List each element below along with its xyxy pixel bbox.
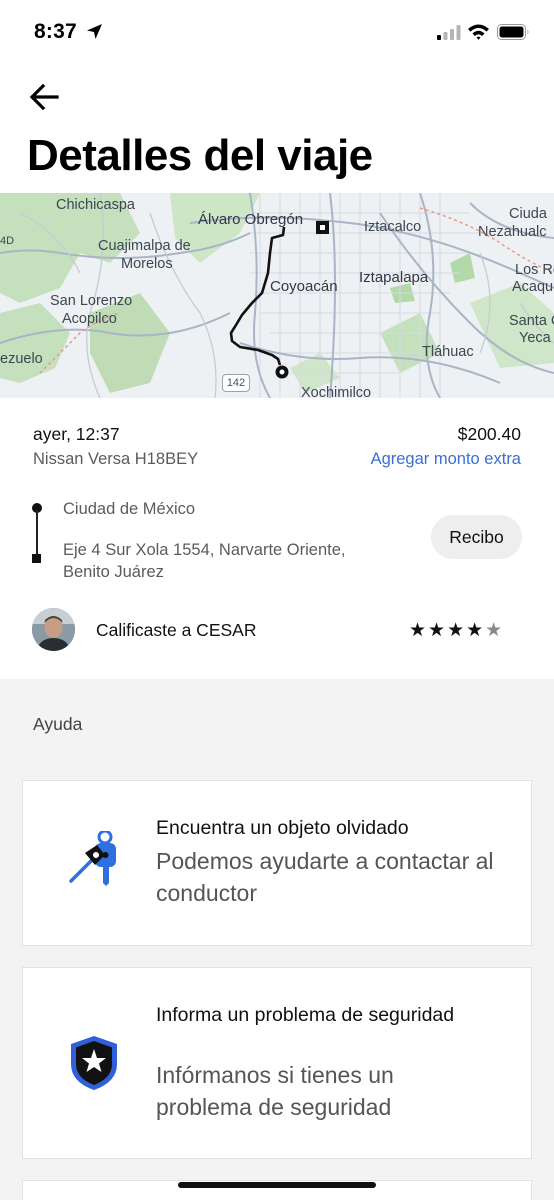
safety-issue-card[interactable]: Informa un problema de seguridad Infórma… — [22, 967, 532, 1159]
cellular-signal-icon — [437, 25, 461, 40]
safety-issue-subtitle: Infórmanos si tienes un problema de segu… — [156, 1062, 394, 1120]
driver-avatar — [32, 608, 75, 651]
map-label: Iztapalapa — [359, 269, 429, 286]
map-label: Acopilco — [62, 311, 117, 327]
map-label: 4D — [0, 235, 15, 247]
map-label: San Lorenzo — [50, 293, 133, 309]
receipt-button[interactable]: Recibo — [431, 515, 522, 559]
star-icons: ★★★★ — [409, 620, 486, 641]
map-label: Xochimilco — [301, 385, 372, 398]
lost-item-subtitle: Podemos ayudarte a contactar al conducto… — [156, 848, 494, 906]
map-label: Yeca — [519, 330, 551, 346]
wifi-icon — [468, 24, 489, 40]
safety-issue-title: Informa un problema de seguridad — [156, 1004, 455, 1026]
map-label: Álvaro Obregón — [198, 211, 304, 228]
status-bar: 8:37 — [0, 0, 554, 62]
half-star-icon: ★ — [485, 620, 505, 641]
add-extra-amount-link[interactable]: Agregar monto extra — [371, 450, 521, 469]
trip-vehicle: Nissan Versa H18BEY — [33, 450, 199, 468]
help-section-label: Ayuda — [33, 714, 83, 734]
map-label: ezuelo — [0, 351, 43, 367]
map-label: Morelos — [121, 256, 173, 272]
route-connector — [36, 510, 38, 556]
rating-stars: ★★★★★ — [409, 619, 504, 642]
dropoff-address: Eje 4 Sur Xola 1554, Narvarte Oriente, B… — [63, 541, 346, 581]
trip-datetime: ayer, 12:37 — [33, 424, 120, 444]
map-label: Cuajimalpa de — [98, 238, 191, 254]
map-label: Ciuda — [509, 206, 547, 222]
map-label: Los Re — [515, 262, 554, 278]
map-label: Tláhuac — [422, 344, 474, 360]
arrow-left-icon — [29, 84, 59, 110]
map-label: Santa C — [509, 313, 554, 329]
highway-badge: 142 — [222, 374, 250, 392]
battery-icon — [497, 24, 529, 40]
trip-fare: $200.40 — [457, 424, 521, 444]
map-label: Nezahualc — [478, 224, 547, 240]
lost-item-card[interactable]: Encuentra un objeto olvidado Podemos ayu… — [22, 780, 532, 946]
map-label: Coyoacán — [270, 278, 338, 295]
page-title: Detalles del viaje — [27, 131, 373, 180]
back-button[interactable] — [26, 80, 62, 114]
lost-item-title: Encuentra un objeto olvidado — [156, 817, 409, 839]
home-indicator[interactable] — [178, 1182, 376, 1188]
status-time: 8:37 — [34, 20, 77, 43]
map-label: Acaqu — [512, 279, 554, 295]
shield-star-icon — [71, 1036, 117, 1090]
map-label: Iztacalco — [364, 219, 422, 235]
pickup-address: Ciudad de México — [63, 500, 196, 518]
rating-text: Calificaste a CESAR — [96, 620, 257, 640]
location-arrow-icon — [87, 24, 102, 39]
trip-map[interactable]: Chichicaspa Álvaro Obregón Iztacalco Ciu… — [0, 193, 554, 398]
dropoff-square-icon — [32, 554, 41, 563]
keys-icon — [69, 831, 116, 886]
map-label: Chichicaspa — [56, 197, 135, 213]
